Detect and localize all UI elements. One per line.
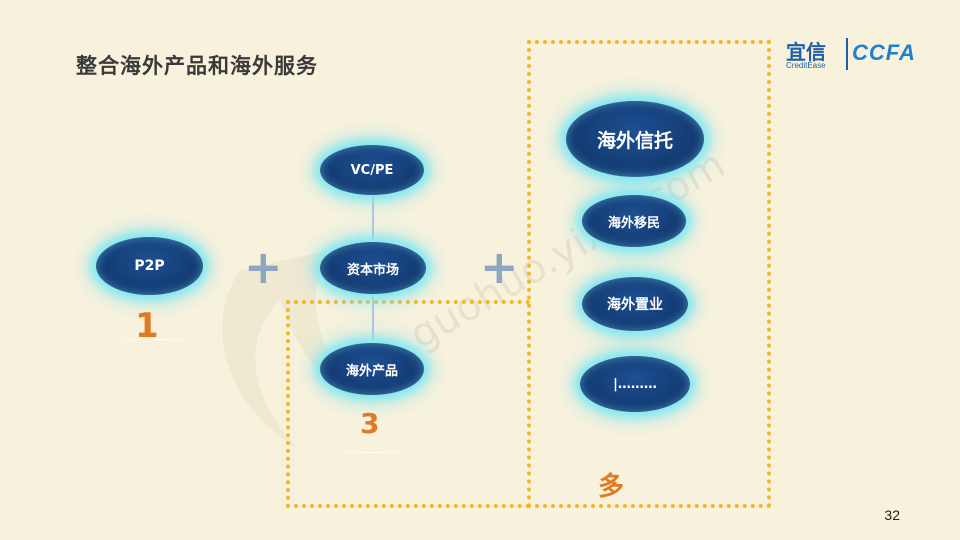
logo-ccfa: CCFA <box>852 40 916 65</box>
node-more: |……… <box>580 356 690 412</box>
node-overseas-products: 海外产品 <box>320 343 424 395</box>
number-three: 3 <box>360 407 380 440</box>
node-p2p: P2P <box>96 237 203 295</box>
connector-capital-products <box>372 294 374 340</box>
reflection-line-one <box>104 339 204 340</box>
node-overseas-trust: 海外信托 <box>566 101 704 177</box>
reflection-line-three <box>322 452 422 453</box>
plus-sign-1: + <box>244 240 283 294</box>
dashed-box-products <box>286 300 530 508</box>
page-title: 整合海外产品和海外服务 <box>76 54 318 78</box>
node-overseas-property: 海外置业 <box>582 277 688 331</box>
slide: guohuo.yixin.com 整合海外产品和海外服务 宜信 CreditEa… <box>0 0 960 540</box>
plus-sign-2: + <box>480 240 519 294</box>
connector-vcpe-capital <box>372 196 374 240</box>
node-capital-market: 资本市场 <box>320 242 426 294</box>
number-one: 1 <box>135 306 159 346</box>
node-vcpe: VC/PE <box>320 145 424 195</box>
brand-logo: 宜信 CreditEase CCFA <box>786 36 936 76</box>
page-number: 32 <box>884 507 900 523</box>
logo-english: CreditEase <box>786 61 826 70</box>
label-many: 多 <box>598 472 625 502</box>
logo-divider <box>846 38 848 70</box>
node-overseas-immigration: 海外移民 <box>582 195 686 247</box>
